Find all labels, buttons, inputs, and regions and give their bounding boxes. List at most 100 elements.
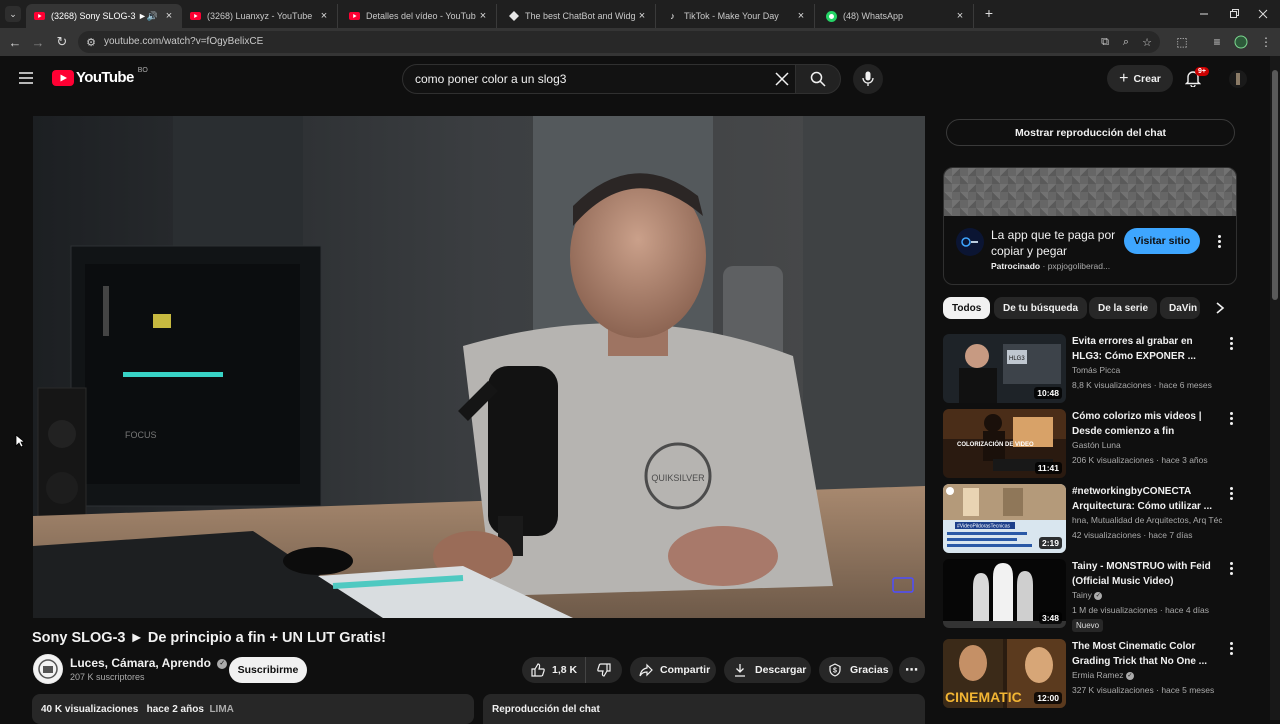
recommended-video[interactable]: CINEMATIC 12:00 The Most Cinematic Color… xyxy=(943,639,1243,709)
close-window-icon[interactable] xyxy=(1257,7,1269,19)
voice-search-button[interactable] xyxy=(853,64,883,94)
bookmark-star-icon[interactable]: ☆ xyxy=(1140,35,1154,49)
channel-avatar[interactable] xyxy=(33,654,63,684)
more-options-icon[interactable] xyxy=(1227,562,1235,575)
recommended-video[interactable]: 3:48 Tainy - MONSTRUO with Feid (Officia… xyxy=(943,559,1243,632)
ad-more-options-icon[interactable] xyxy=(1215,235,1223,248)
more-options-icon[interactable] xyxy=(1227,412,1235,425)
back-icon[interactable]: ← xyxy=(7,34,23,50)
speaker-icon[interactable]: 🔊 xyxy=(147,11,158,22)
video-thumbnail[interactable]: HLG3 10:48 xyxy=(943,334,1066,403)
channel-name[interactable]: Ermia Ramez ✓ xyxy=(1072,670,1222,680)
clear-search-icon[interactable] xyxy=(775,72,789,86)
download-icon xyxy=(735,664,745,677)
advertiser-logo[interactable] xyxy=(956,228,984,256)
account-avatar[interactable] xyxy=(1229,70,1247,88)
more-options-icon[interactable] xyxy=(1227,487,1235,500)
channel-name[interactable]: Gastón Luna xyxy=(1072,440,1222,450)
chip-de-la-serie[interactable]: De la serie xyxy=(1089,297,1158,319)
tab-close-icon[interactable]: × xyxy=(635,10,649,22)
visit-site-button[interactable]: Visitar sitio xyxy=(1124,228,1200,254)
sponsored-ad-card[interactable]: La app que te paga por copiar y pegar Pa… xyxy=(943,167,1237,285)
search-query-text[interactable]: como poner color a un slog3 xyxy=(415,72,566,86)
restore-icon[interactable] xyxy=(1228,7,1240,19)
thumb-text: COLORIZACIÓN DE VIDEO xyxy=(957,440,1034,448)
more-options-icon[interactable] xyxy=(1227,337,1235,350)
chip-davinci[interactable]: DaVin xyxy=(1160,297,1200,319)
video-duration: 12:00 xyxy=(1034,692,1062,704)
chip-todos[interactable]: Todos xyxy=(943,297,991,319)
channel-name[interactable]: Luces, Cámara, Aprendo ✓ xyxy=(70,656,228,670)
tiktok-icon: ♪ xyxy=(670,11,675,21)
video-meta: 8,8 K visualizaciones · hace 6 meses xyxy=(1072,380,1212,390)
minimize-icon[interactable] xyxy=(1198,7,1210,19)
thanks-button[interactable]: $ Gracias xyxy=(819,657,893,683)
chip-de-tu-busqueda[interactable]: De tu búsqueda xyxy=(994,297,1088,319)
video-thumbnail[interactable]: COLORIZACIÓN DE VIDEO 11:41 xyxy=(943,409,1066,478)
thumbs-down-icon xyxy=(597,663,611,677)
tab-luanxyz[interactable]: (3268) Luanxyz - YouTube × xyxy=(182,4,338,28)
tab-sony-slog3[interactable]: (3268) Sony SLOG-3 ► De p 🔊 × xyxy=(26,4,182,28)
video-title[interactable]: Tainy - MONSTRUO with Feid (Official Mus… xyxy=(1072,559,1222,589)
search-input[interactable]: como poner color a un slog3 xyxy=(402,64,796,94)
dislike-button[interactable] xyxy=(586,657,622,683)
tab-search-button[interactable]: ⌄ xyxy=(5,6,21,22)
video-title[interactable]: The Most Cinematic Color Grading Trick t… xyxy=(1072,639,1222,669)
video-title[interactable]: Evita errores al grabar en HLG3: Cómo EX… xyxy=(1072,334,1222,364)
tab-close-icon[interactable]: × xyxy=(794,10,808,22)
tab-close-icon[interactable]: × xyxy=(476,10,490,22)
forward-icon[interactable]: → xyxy=(30,34,46,50)
search-button[interactable] xyxy=(795,64,841,94)
tab-close-icon[interactable]: × xyxy=(162,10,176,22)
like-button[interactable]: 1,8 K xyxy=(522,657,586,683)
video-thumbnail[interactable]: #VideoPildorasTecnicas 2:19 xyxy=(943,484,1066,553)
video-thumbnail[interactable]: 3:48 xyxy=(943,559,1066,628)
profile-icon[interactable] xyxy=(1233,34,1249,50)
page-scrollbar[interactable] xyxy=(1270,56,1280,720)
ad-title[interactable]: La app que te paga por copiar y pegar xyxy=(991,228,1121,259)
create-button[interactable]: + Crear xyxy=(1107,65,1173,92)
channel-name[interactable]: hna, Mutualidad de Arquitectos, Arq Téc … xyxy=(1072,515,1222,525)
media-controls-icon[interactable]: ≡ xyxy=(1209,34,1225,50)
install-app-icon[interactable]: ⧉ xyxy=(1098,35,1112,49)
scrollbar-thumb[interactable] xyxy=(1272,70,1278,300)
recommended-video[interactable]: COLORIZACIÓN DE VIDEO 11:41 Cómo coloriz… xyxy=(943,409,1243,479)
ad-banner-image[interactable] xyxy=(944,168,1236,216)
video-thumbnail[interactable]: CINEMATIC 12:00 xyxy=(943,639,1066,708)
tab-chatbot[interactable]: The best ChatBot and Widgets × xyxy=(500,4,656,28)
verified-icon: ✓ xyxy=(1094,591,1103,600)
recommended-video[interactable]: HLG3 10:48 Evita errores al grabar en HL… xyxy=(943,334,1243,404)
tab-close-icon[interactable]: × xyxy=(317,10,331,22)
tab-close-icon[interactable]: × xyxy=(953,10,967,22)
site-info-icon[interactable]: ⚙ xyxy=(84,35,98,49)
extensions-icon[interactable]: ⬚ xyxy=(1174,34,1190,50)
zoom-icon[interactable]: ⌕ xyxy=(1119,35,1133,49)
new-tab-button[interactable]: + xyxy=(981,5,997,21)
youtube-icon xyxy=(34,11,45,22)
tab-tiktok[interactable]: ♪ TikTok - Make Your Day × xyxy=(659,4,815,28)
recommended-video[interactable]: #VideoPildorasTecnicas 2:19 #networkingb… xyxy=(943,484,1243,554)
video-title[interactable]: Cómo colorizo mis videos | Desde comienz… xyxy=(1072,409,1222,439)
channel-name[interactable]: Tainy ✓ xyxy=(1072,590,1222,600)
more-actions-button[interactable]: ⋯ xyxy=(899,657,925,683)
browser-menu-icon[interactable]: ⋮ xyxy=(1258,34,1274,50)
show-chat-replay-button[interactable]: Mostrar reproducción del chat xyxy=(946,119,1235,146)
tab-whatsapp[interactable]: (48) WhatsApp × xyxy=(818,4,974,28)
download-button[interactable]: Descargar xyxy=(724,657,811,683)
hamburger-menu-icon[interactable] xyxy=(18,71,34,85)
video-title[interactable]: #networkingbyCONECTA Arquitectura: Cómo … xyxy=(1072,484,1222,514)
share-button[interactable]: Compartir xyxy=(630,657,716,683)
more-options-icon[interactable] xyxy=(1227,642,1235,655)
country-code: BO xyxy=(137,67,148,74)
chips-next-chevron-icon[interactable] xyxy=(1213,300,1227,316)
video-player[interactable]: QUIKSILVER FOCUS xyxy=(33,116,925,618)
address-bar[interactable]: ⚙ youtube.com/watch?v=fOgyBelixCE ⧉ ⌕ ☆ xyxy=(78,31,1160,53)
download-label: Descargar xyxy=(755,664,807,676)
reload-icon[interactable]: ↻ xyxy=(54,34,70,50)
location-tag[interactable]: LIMA xyxy=(209,704,233,715)
tab-youtube-studio[interactable]: Detalles del vídeo - YouTube St × xyxy=(341,4,497,28)
url-text[interactable]: youtube.com/watch?v=fOgyBelixCE xyxy=(104,36,263,47)
youtube-logo[interactable]: YouTube BO xyxy=(52,67,148,86)
channel-name[interactable]: Tomás Picca xyxy=(1072,365,1222,375)
subscribe-button[interactable]: Suscribirme xyxy=(229,657,307,683)
